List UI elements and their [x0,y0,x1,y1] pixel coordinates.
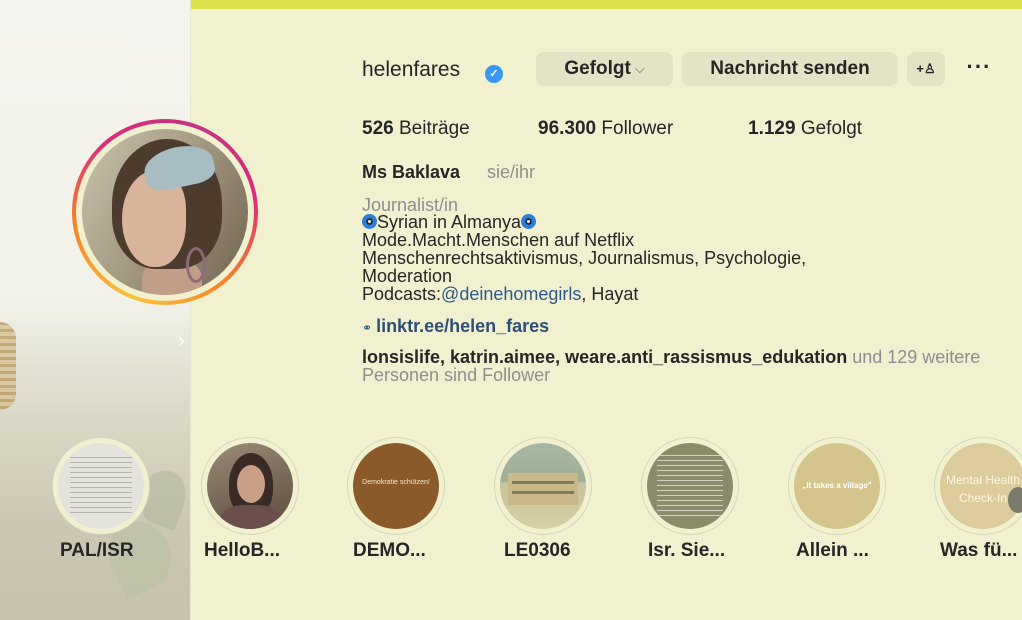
earring [186,247,206,283]
top-accent-bar [190,0,1022,9]
bio-line: Menschenrechtsaktivismus, Journalismus, … [362,248,807,268]
highlight-cover [58,443,144,529]
nazar-eye-icon [362,214,377,229]
add-user-icon: +♙ [916,61,936,76]
highlight-cover: Mental Health Check-In [940,443,1022,529]
highlight-label: PAL/ISR [60,540,134,561]
avatar[interactable] [82,129,248,295]
lamp-decoration [0,322,16,410]
highlight-label: Was fü... [940,540,1018,561]
highlight-cover [647,443,733,529]
next-highlights-button[interactable] [1008,487,1022,513]
highlight-label: LE0306 [504,540,571,561]
bio: Syrian in Almanya Mode.Macht.Menschen au… [362,213,1012,303]
following-stat[interactable]: 1.129 Gefolgt [748,118,862,140]
nazar-eye-icon [521,214,537,229]
highlight-cover: Demokratie schützen! [353,443,439,529]
followed-button-label: Gefolgt [564,58,631,79]
profile-link[interactable]: ⚭ linktr.ee/helen_fares [362,316,549,337]
link-icon: ⚭ [362,321,373,335]
bio-line: Syrian in Almanya [362,213,1012,231]
bio-line: Podcasts:@deinehomegirls, Hayat [362,284,639,304]
bio-line: Mode.Macht.Menschen auf Netflix [362,230,635,250]
followed-button[interactable]: Gefolgt ⌵ [536,52,673,86]
highlight-cover [500,443,586,529]
verified-badge-icon: ✓ [485,65,503,83]
full-name: Ms Baklava [362,162,461,182]
highlight-cover [207,443,293,529]
pronouns: sie/ihr [487,162,536,182]
mention-link[interactable]: @deinehomegirls [441,284,581,304]
chevron-right-icon: › [178,330,185,352]
more-icon[interactable]: ··· [964,55,994,83]
chevron-down-icon: ⌵ [634,61,645,76]
bio-line: Moderation [362,266,453,286]
send-message-label: Nachricht senden [710,58,870,79]
add-user-button[interactable]: +♙ [907,52,945,86]
followers-stat[interactable]: 96.300 Follower [538,118,673,140]
highlight-label: Allein ... [796,540,869,561]
send-message-button[interactable]: Nachricht senden [682,52,898,86]
highlight-cover: „It takes a village" [794,443,880,529]
highlight-label: DEMO... [353,540,426,561]
story-ring[interactable] [72,119,258,305]
followed-by-text[interactable]: lonsislife, katrin.aimee, weare.anti_ras… [362,348,1022,384]
highlight-label: HelloB... [204,540,281,561]
highlight-label: Isr. Sie... [648,540,726,561]
username: helenfares [362,58,461,81]
posts-stat[interactable]: 526 Beiträge [362,118,470,140]
